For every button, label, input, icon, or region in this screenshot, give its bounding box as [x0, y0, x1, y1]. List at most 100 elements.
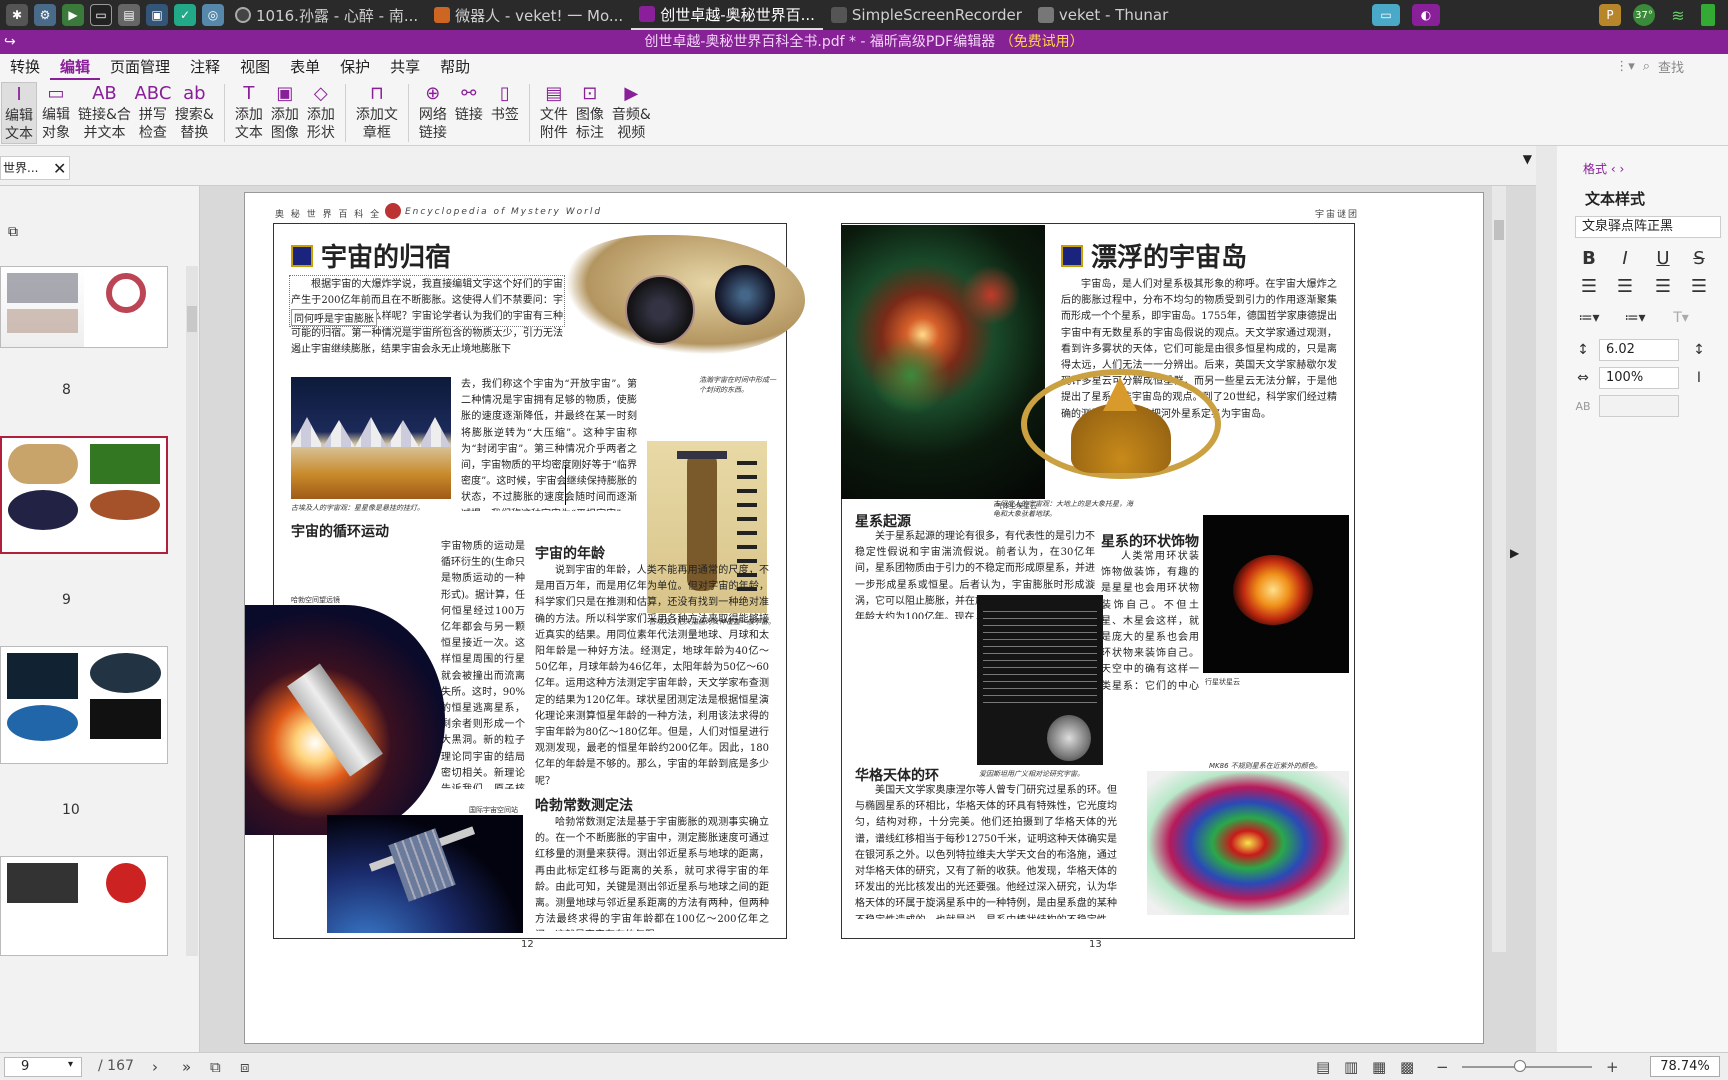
search-options-icon[interactable]: ⋮▾ [1615, 59, 1635, 74]
paragraph[interactable]: 去，我们称这个宇宙为“开放宇宙”。第二种情况是宇宙拥有足够的物质，使膨胀的速度逐… [461, 377, 637, 511]
wifi-icon[interactable]: ≋ [1667, 4, 1689, 26]
clipboard-icon[interactable]: P [1599, 4, 1621, 26]
menu-share[interactable]: 共享 [380, 54, 430, 80]
two-page-continuous-icon[interactable]: ▩ [1400, 1058, 1414, 1076]
font-family-select[interactable]: 文泉驿点阵正黑 [1575, 216, 1721, 238]
align-left-icon[interactable]: ☰ [1577, 274, 1601, 298]
bookmark-button[interactable]: ▯ 书签 [488, 82, 522, 124]
single-page-icon[interactable]: ▤ [1316, 1058, 1330, 1076]
italic-button[interactable]: I [1613, 246, 1637, 270]
menu-help[interactable]: 帮助 [430, 54, 480, 80]
temperature-icon[interactable]: 37° [1633, 4, 1655, 26]
edit-overlay-text[interactable]: 同何呼是宇宙膨胀 [291, 309, 377, 326]
panel-resize-handle[interactable] [1549, 146, 1557, 1052]
menu-convert[interactable]: 转换 [0, 54, 50, 80]
zoom-slider-handle[interactable] [1514, 1060, 1526, 1072]
search-icon[interactable]: ⌕ [1643, 59, 1650, 74]
menu-form[interactable]: 表单 [280, 54, 330, 80]
taskbar-window-recorder[interactable]: SimpleScreenRecorder [823, 0, 1030, 30]
next-page-icon[interactable]: › [152, 1058, 158, 1076]
zoom-level[interactable]: 78.74% [1650, 1056, 1720, 1077]
menu-view[interactable]: 视图 [230, 54, 280, 80]
audio-video-button[interactable]: ▶ 音频& 视频 [609, 82, 654, 142]
menu-icon[interactable]: ✱ [6, 4, 28, 26]
check-icon[interactable]: ✓ [174, 4, 196, 26]
menu-edit[interactable]: 编辑 [50, 54, 101, 80]
ribbon-button-label: 添加 形状 [306, 107, 335, 141]
taskbar-window-browser[interactable]: 微器人 - veket! 一 Mo... [426, 0, 631, 30]
page-dropdown-icon[interactable]: ▾ [68, 1059, 73, 1070]
link-merge-button[interactable]: AB 链接&合 并文本 [75, 82, 134, 142]
justify-icon[interactable]: ☰ [1687, 274, 1711, 298]
spell-check-button[interactable]: ABC 拼写 检查 [134, 82, 171, 142]
document-view[interactable]: 奥 秘 世 界 百 科 全 书 Encyclopedia of Mystery … [200, 186, 1536, 1052]
desktop-icon[interactable]: ▭ [1372, 4, 1400, 26]
thumbnail-page-11[interactable] [0, 856, 168, 956]
scale-input[interactable]: 100% [1599, 367, 1679, 389]
thumbnail-page-8[interactable] [0, 266, 168, 348]
paragraph[interactable]: 说到宇宙的年龄，人类不能再用通常的尺度，不是用百万年，而是用亿年为单位。但对宇宙… [535, 563, 769, 791]
numbered-list-icon[interactable]: ≔▾ [1623, 306, 1647, 330]
file-attachment-button[interactable]: ▤ 文件 附件 [537, 82, 571, 142]
zoom-in-icon[interactable]: + [1606, 1058, 1619, 1076]
extract-page-icon[interactable]: ⧈ [240, 1058, 250, 1076]
taskbar-window-thunar[interactable]: veket - Thunar [1030, 0, 1176, 30]
copy-page-icon[interactable]: ⧉ [210, 1058, 221, 1076]
paragraph[interactable]: 宇宙物质的运动是循环衍生的(生命只是物质运动的一种形式)。据计算，任何恒星经过1… [441, 539, 525, 789]
settings-icon[interactable]: ⚙ [34, 4, 56, 26]
screenshot-icon[interactable]: ▣ [146, 4, 168, 26]
underline-button[interactable]: U [1651, 246, 1675, 270]
edit-text-button[interactable]: I 编辑 文本 [1, 82, 37, 144]
menu-comment[interactable]: 注释 [180, 54, 230, 80]
article-box-button[interactable]: ⊓ 添加文 章框 [353, 82, 401, 142]
align-right-icon[interactable]: ☰ [1651, 274, 1675, 298]
format-tab[interactable]: 格式 ‹ › [1583, 160, 1624, 177]
printer-icon[interactable]: ▤ [118, 4, 140, 26]
two-page-icon[interactable]: ▦ [1372, 1058, 1386, 1076]
font-size-input[interactable]: 6.02 [1599, 339, 1679, 361]
bullet-list-icon[interactable]: ≔▾ [1577, 306, 1601, 330]
search-input[interactable]: 查找 [1658, 57, 1718, 76]
thumbnail-page-9[interactable] [0, 436, 168, 554]
menu-protect[interactable]: 保护 [330, 54, 380, 80]
media-player-icon[interactable]: ▶ [62, 4, 84, 26]
pdf-tray-icon[interactable]: ◐ [1412, 4, 1440, 26]
page-number: 13 [1089, 939, 1102, 950]
add-text-button[interactable]: T 添加 文本 [232, 82, 266, 142]
tab-dropdown-icon[interactable]: ▼ [1523, 152, 1532, 166]
zoom-out-icon[interactable]: − [1436, 1058, 1449, 1076]
baseline-input[interactable] [1599, 395, 1679, 417]
thumbnail-options-icon[interactable]: ⧉ [8, 224, 18, 240]
last-page-icon[interactable]: » [182, 1058, 191, 1076]
document-tab[interactable]: 世界... ✕ [0, 156, 70, 180]
image-annotation-button[interactable]: ⊡ 图像 标注 [573, 82, 607, 142]
zoom-slider[interactable] [1462, 1060, 1592, 1072]
strikethrough-button[interactable]: S [1687, 246, 1711, 270]
taskbar-window-music[interactable]: 1016.孙露 - 心醉 - 南... [227, 0, 426, 30]
continuous-page-icon[interactable]: ▥ [1344, 1058, 1358, 1076]
align-center-icon[interactable]: ☰ [1613, 274, 1637, 298]
paragraph[interactable]: 人类常用环状装饰物做装饰，有趣的是星星也会用环状物装饰自己。不但土星、木星会这样… [1101, 549, 1199, 691]
text-indent-icon[interactable]: T▾ [1669, 306, 1693, 330]
thumbnail-page-10[interactable] [0, 646, 168, 764]
terminal-icon[interactable]: ▭ [90, 4, 112, 26]
sidebar-scrollbar[interactable] [186, 266, 198, 956]
battery-icon[interactable] [1701, 4, 1715, 26]
add-image-button[interactable]: ▣ 添加 图像 [268, 82, 302, 142]
redo-icon[interactable]: ↪ [4, 30, 16, 54]
link-button[interactable]: ⚯ 链接 [452, 82, 486, 124]
search-replace-button[interactable]: ab 搜索& 替换 [172, 82, 217, 142]
network-icon[interactable]: ◎ [202, 4, 224, 26]
search-replace-icon: ab [183, 83, 206, 104]
document-scrollbar[interactable] [1492, 186, 1506, 952]
taskbar-window-pdf[interactable]: 创世卓越-奥秘世界百... [631, 0, 823, 30]
paragraph[interactable]: 美国天文学家奥康涅尔等人曾专门研究过星系的环。但与椭圆星系的环相比，华格天体的环… [855, 783, 1117, 919]
close-icon[interactable]: ✕ [53, 158, 66, 180]
web-link-button[interactable]: ⊕ 网络 链接 [416, 82, 450, 142]
menu-page-management[interactable]: 页面管理 [100, 54, 180, 80]
bold-button[interactable]: B [1577, 246, 1601, 270]
edit-object-button[interactable]: ▭ 编辑 对象 [39, 82, 73, 142]
paragraph[interactable]: 哈勃常数测定法是基于宇宙膨胀的观测事实确立的。在一个不断膨胀的宇宙中，测定膨胀速… [535, 815, 769, 931]
next-page-arrow-icon[interactable]: ▶ [1510, 546, 1519, 560]
add-shape-button[interactable]: ◇ 添加 形状 [304, 82, 338, 142]
